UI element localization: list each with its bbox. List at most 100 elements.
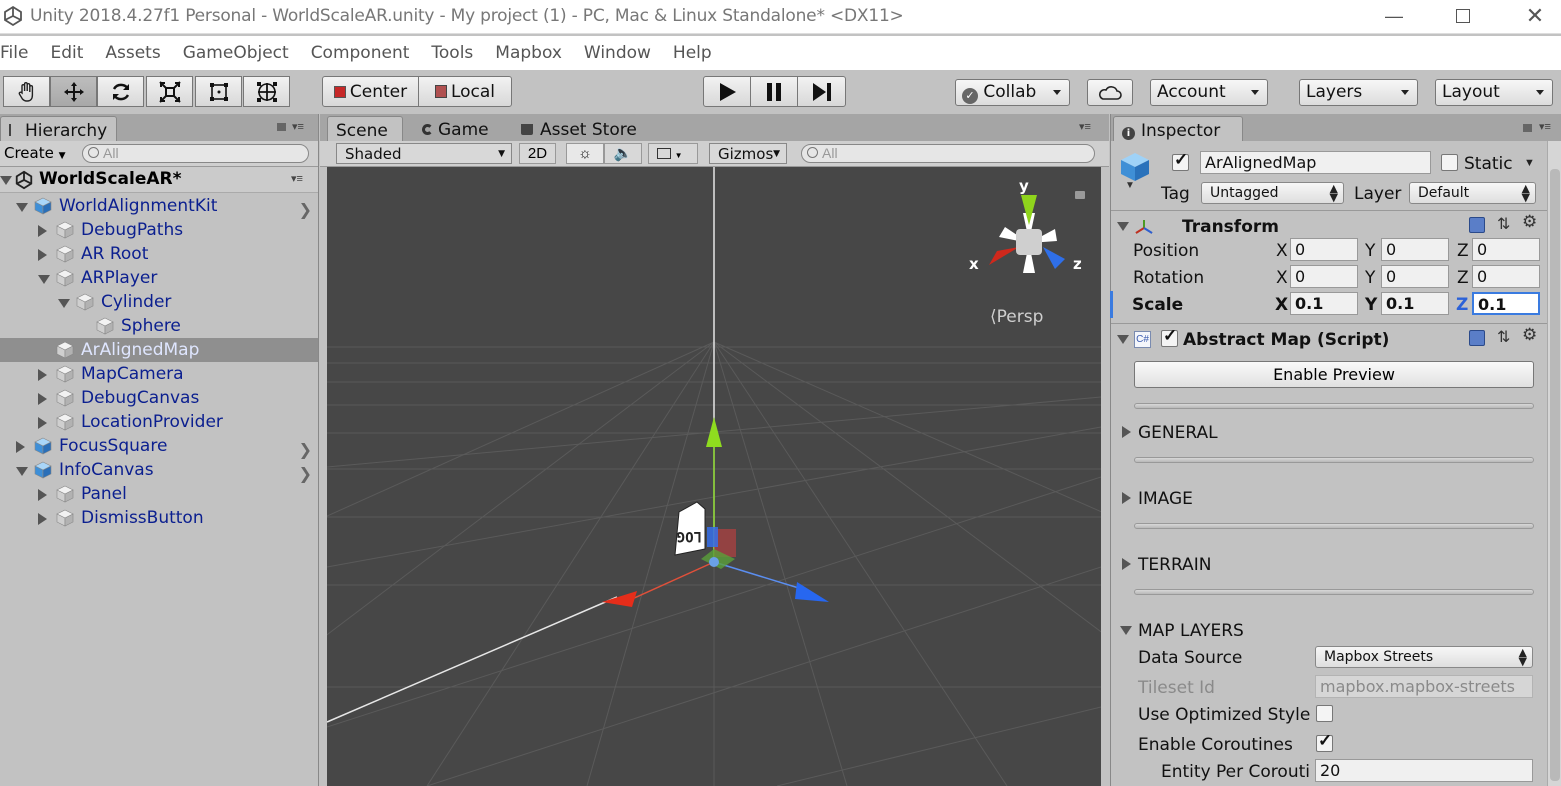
gizmo-lock-icon[interactable]: [1075, 191, 1085, 199]
audio-toggle[interactable]: 🔈: [604, 143, 642, 164]
object-name-field[interactable]: ArAlignedMap: [1200, 151, 1431, 174]
hierarchy-item[interactable]: DebugPaths: [0, 218, 318, 242]
hierarchy-item[interactable]: Cylinder: [0, 290, 318, 314]
hierarchy-item[interactable]: Panel: [0, 482, 318, 506]
rotation-z-field[interactable]: 0: [1472, 265, 1540, 288]
terrain-fold-icon[interactable]: [1122, 558, 1131, 570]
expand-arrow-icon[interactable]: [38, 249, 47, 261]
panel-menu-icon[interactable]: ▾≡: [1539, 120, 1551, 133]
hierarchy-item[interactable]: AR Root: [0, 242, 318, 266]
static-dropdown-icon[interactable]: ▼: [1524, 157, 1535, 169]
scene-viewport[interactable]: LOG y x z ⟨Persp: [327, 167, 1101, 786]
cloud-button[interactable]: [1087, 79, 1133, 106]
expand-arrow-icon[interactable]: [38, 513, 47, 525]
scale-x-field[interactable]: 0.1: [1290, 292, 1358, 315]
move-tool-button[interactable]: [50, 76, 97, 107]
hierarchy-item[interactable]: DismissButton: [0, 506, 318, 530]
script-enabled-checkbox[interactable]: ✓: [1161, 326, 1178, 347]
layer-dropdown[interactable]: Default ▲ ▼: [1409, 182, 1536, 204]
menu-assets[interactable]: Assets: [94, 43, 171, 63]
transform-tool-button[interactable]: [243, 76, 290, 107]
preset-icon[interactable]: ⇅: [1497, 214, 1510, 234]
lock-icon[interactable]: [277, 123, 286, 131]
coroutines-checkbox[interactable]: ✓: [1316, 731, 1333, 752]
shading-mode-dropdown[interactable]: Shaded ▼: [336, 143, 512, 164]
menu-tools[interactable]: Tools: [420, 43, 484, 63]
scale-y-field[interactable]: 0.1: [1381, 292, 1449, 315]
map-layers-fold-icon[interactable]: [1120, 626, 1132, 635]
collapse-arrow-icon[interactable]: [16, 203, 28, 212]
hierarchy-item[interactable]: LocationProvider: [0, 410, 318, 434]
hierarchy-item[interactable]: ArAlignedMap: [0, 338, 318, 362]
hierarchy-item[interactable]: Sphere: [0, 314, 318, 338]
play-button[interactable]: [703, 76, 751, 107]
active-checkbox[interactable]: ✓: [1172, 150, 1189, 171]
scene-search-input[interactable]: All: [801, 144, 1095, 163]
expand-arrow-icon[interactable]: [38, 489, 47, 501]
scroll-down-icon[interactable]: ▼: [1125, 180, 1135, 191]
menu-file[interactable]: File: [0, 43, 39, 63]
close-icon[interactable]: ✕: [1515, 2, 1555, 30]
gizmo-y-arrow[interactable]: [706, 417, 722, 447]
menu-help[interactable]: Help: [662, 43, 723, 63]
menu-edit[interactable]: Edit: [39, 43, 94, 63]
2d-toggle[interactable]: 2D: [519, 143, 556, 164]
menu-gameobject[interactable]: GameObject: [172, 43, 300, 63]
position-y-field[interactable]: 0: [1381, 238, 1449, 261]
rotation-y-field[interactable]: 0: [1381, 265, 1449, 288]
maximize-icon[interactable]: [1443, 2, 1483, 30]
create-dropdown[interactable]: Create ▼: [4, 144, 66, 162]
expand-arrow-icon[interactable]: [38, 417, 47, 429]
static-checkbox[interactable]: [1441, 154, 1458, 171]
pivot-local-button[interactable]: Local: [418, 76, 512, 107]
image-section[interactable]: IMAGE: [1138, 489, 1193, 509]
layers-dropdown[interactable]: Layers: [1299, 79, 1418, 106]
map-layers-section[interactable]: MAP LAYERS: [1138, 621, 1244, 641]
hierarchy-item[interactable]: ARPlayer: [0, 266, 318, 290]
rotation-x-field[interactable]: 0: [1290, 265, 1358, 288]
scene-header-row[interactable]: WorldScaleAR* ▾≡: [0, 167, 318, 193]
gizmos-dropdown[interactable]: Gizmos ▼: [709, 143, 787, 164]
expand-arrow-icon[interactable]: [38, 369, 47, 381]
scene-menu-icon[interactable]: ▾≡: [291, 172, 303, 185]
transform-fold-icon[interactable]: [1117, 222, 1129, 231]
pause-button[interactable]: [750, 76, 798, 107]
help-book-icon[interactable]: [1469, 217, 1485, 233]
rotate-tool-button[interactable]: [97, 76, 144, 107]
help-book-icon[interactable]: [1469, 330, 1485, 346]
inspector-scrollbar[interactable]: [1547, 141, 1561, 786]
tab-hierarchy[interactable]: Hierarchy: [0, 116, 117, 141]
script-fold-icon[interactable]: [1117, 335, 1129, 344]
gizmo-z-arrow[interactable]: [795, 582, 829, 602]
expand-arrow-icon[interactable]: [38, 393, 47, 405]
minimize-icon[interactable]: —: [1374, 2, 1414, 30]
settings-gear-icon[interactable]: ⚙: [1522, 325, 1537, 345]
panel-menu-icon[interactable]: ▾≡: [292, 120, 304, 133]
tab-inspector[interactable]: i Inspector: [1113, 116, 1243, 141]
terrain-section[interactable]: TERRAIN: [1138, 555, 1211, 575]
general-section[interactable]: GENERAL: [1138, 423, 1218, 443]
lighting-toggle[interactable]: ☼: [566, 143, 604, 164]
scene-expand-icon[interactable]: [0, 176, 12, 185]
hand-tool-button[interactable]: [3, 76, 50, 107]
orientation-gizmo[interactable]: y x z: [969, 177, 1089, 297]
hierarchy-item[interactable]: InfoCanvas ❯: [0, 458, 318, 483]
persp-label[interactable]: ⟨Persp: [990, 307, 1043, 327]
expand-arrow-icon[interactable]: [16, 441, 25, 453]
collapse-arrow-icon[interactable]: [16, 467, 28, 476]
scrollbar-thumb[interactable]: [1550, 169, 1560, 781]
collapse-arrow-icon[interactable]: [38, 275, 50, 284]
position-z-field[interactable]: 0: [1472, 238, 1540, 261]
hierarchy-item[interactable]: WorldAlignmentKit ❯: [0, 194, 318, 219]
collab-dropdown[interactable]: ✓ Collab: [955, 79, 1070, 106]
image-fold-icon[interactable]: [1122, 492, 1131, 504]
tab-asset-store[interactable]: Asset Store: [513, 116, 645, 141]
menu-mapbox[interactable]: Mapbox: [484, 43, 573, 63]
gizmo-x-arrow[interactable]: [602, 591, 637, 607]
tab-scene[interactable]: Scene: [327, 116, 403, 141]
expand-arrow-icon[interactable]: [38, 225, 47, 237]
layout-dropdown[interactable]: Layout: [1435, 79, 1553, 106]
menu-component[interactable]: Component: [300, 43, 421, 63]
collapse-arrow-icon[interactable]: [58, 299, 70, 308]
hierarchy-item[interactable]: DebugCanvas: [0, 386, 318, 410]
